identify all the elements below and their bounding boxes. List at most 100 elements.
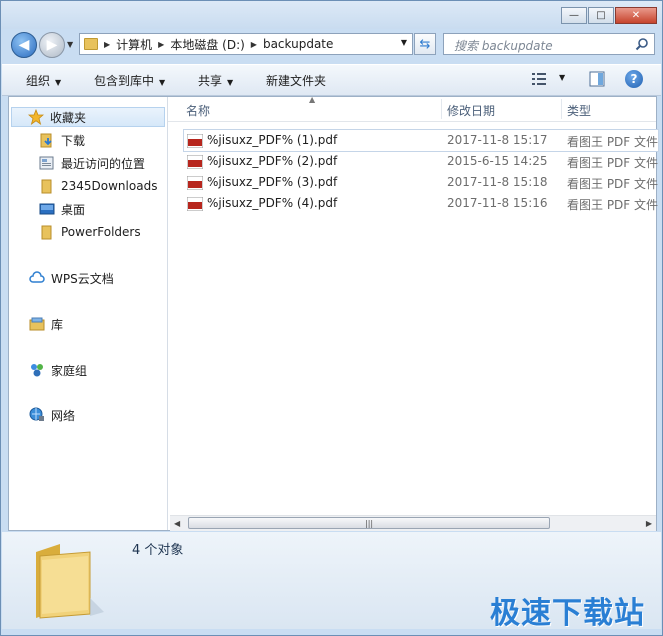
title-bar: — □ ✕ — [1, 1, 662, 29]
view-dropdown-icon[interactable]: ▼ — [559, 73, 565, 82]
file-name: %jisuxz_PDF% (1).pdf — [207, 133, 338, 147]
nav-item-label: 2345Downloads — [61, 179, 158, 193]
chevron-right-icon[interactable]: ▶ — [158, 40, 164, 49]
file-list: ▲ 名称 修改日期 类型 %jisuxz_PDF% (1).pdf 2017-1… — [168, 95, 659, 531]
file-row[interactable]: %jisuxz_PDF% (3).pdf 2017-11-8 15:18 看图王… — [184, 172, 658, 193]
nav-item-label: 下载 — [61, 133, 86, 148]
scroll-right-icon[interactable]: ▶ — [646, 519, 652, 528]
nav-item-label: PowerFolders — [61, 225, 141, 239]
horizontal-scrollbar[interactable]: ◀ ||| ▶ — [170, 515, 656, 531]
share-label: 共享 — [198, 74, 223, 88]
nav-item-downloads[interactable]: 下载 — [39, 130, 85, 150]
file-row[interactable]: %jisuxz_PDF% (4).pdf 2017-11-8 15:16 看图王… — [184, 193, 658, 214]
back-arrow-icon: ◀ — [18, 37, 30, 53]
close-button[interactable]: ✕ — [615, 7, 657, 24]
nav-item-powerfolders[interactable]: PowerFolders — [39, 222, 141, 242]
column-divider[interactable] — [561, 99, 562, 119]
grip-icon: ||| — [365, 519, 374, 528]
search-icon[interactable] — [635, 37, 649, 51]
navigation-pane: 收藏夹 下载 最近访问的位置 2345Downloads 桌面 PowerFol… — [9, 97, 168, 530]
file-modified: 2017-11-8 15:16 — [447, 196, 548, 210]
include-in-library-label: 包含到库中 — [94, 74, 155, 88]
breadcrumb-drive-d[interactable]: 本地磁盘 (D:) — [170, 36, 244, 53]
file-row[interactable]: %jisuxz_PDF% (2).pdf 2015-6-15 14:25 看图王… — [184, 151, 658, 172]
file-name: %jisuxz_PDF% (2).pdf — [207, 154, 338, 168]
file-type: 看图王 PDF 文件 — [567, 198, 659, 212]
recent-places-icon — [39, 156, 54, 170]
column-modified[interactable]: 修改日期 — [447, 102, 495, 119]
include-in-library-menu[interactable]: 包含到库中 ▼ — [94, 72, 165, 89]
window-controls: — □ ✕ — [561, 7, 657, 24]
address-bar[interactable]: ▶ 计算机 ▶ 本地磁盘 (D:) ▶ backupdate ▼ — [79, 33, 413, 55]
search-placeholder: 搜索 backupdate — [454, 39, 553, 53]
homegroup-icon — [31, 364, 43, 377]
minimize-button[interactable]: — — [561, 7, 587, 24]
caret-down-icon: ▼ — [159, 78, 166, 87]
file-row[interactable]: %jisuxz_PDF% (1).pdf 2017-11-8 15:17 看图王… — [183, 129, 659, 152]
watermark-text: 极速下载站 — [490, 596, 645, 631]
column-type[interactable]: 类型 — [567, 102, 591, 119]
address-dropdown-icon[interactable]: ▼ — [401, 38, 407, 47]
organize-label: 组织 — [26, 74, 51, 88]
nav-item-desktop[interactable]: 桌面 — [39, 199, 85, 219]
file-modified: 2015-6-15 14:25 — [447, 154, 548, 168]
maximize-button[interactable]: □ — [588, 7, 614, 24]
file-name: %jisuxz_PDF% (4).pdf — [207, 196, 338, 210]
chevron-right-icon[interactable]: ▶ — [104, 40, 110, 49]
details-pane: 4 个对象 极速下载站 — [2, 532, 661, 631]
column-header: ▲ 名称 修改日期 类型 — [168, 95, 656, 122]
pdf-file-icon — [187, 134, 203, 148]
file-name: %jisuxz_PDF% (3).pdf — [207, 175, 338, 189]
breadcrumb-backupdate[interactable]: backupdate — [263, 37, 333, 51]
breadcrumb-computer[interactable]: 计算机 — [116, 36, 152, 53]
explorer-window: — □ ✕ ◀ ▶ ▼ ▶ 计算机 ▶ 本地磁盘 (D:) ▶ backupda… — [0, 0, 663, 636]
cloud-icon — [29, 271, 45, 283]
nav-item-label: 网络 — [51, 408, 76, 423]
new-folder-button[interactable]: 新建文件夹 — [266, 72, 326, 89]
recent-pages-dropdown-icon[interactable]: ▼ — [67, 40, 73, 49]
file-modified: 2017-11-8 15:18 — [447, 175, 548, 189]
organize-menu[interactable]: 组织 ▼ — [26, 72, 61, 89]
back-button[interactable]: ◀ — [11, 32, 37, 58]
refresh-icon: ⇆ — [419, 36, 431, 52]
forward-button[interactable]: ▶ — [39, 32, 65, 58]
desktop-icon — [39, 203, 55, 215]
sort-ascending-icon: ▲ — [309, 95, 316, 104]
nav-item-favorites[interactable]: 收藏夹 — [11, 107, 165, 127]
folder-icon — [41, 179, 52, 194]
search-box[interactable]: 搜索 backupdate — [443, 33, 655, 55]
star-icon — [28, 109, 44, 125]
file-type: 看图王 PDF 文件 — [567, 135, 659, 149]
file-type: 看图王 PDF 文件 — [567, 177, 659, 191]
share-menu[interactable]: 共享 ▼ — [198, 72, 233, 89]
nav-item-label: WPS云文档 — [51, 271, 114, 286]
file-type: 看图王 PDF 文件 — [567, 156, 659, 170]
nav-item-homegroup[interactable]: 家庭组 — [29, 360, 87, 380]
refresh-button[interactable]: ⇆ — [414, 33, 436, 55]
nav-item-label: 最近访问的位置 — [61, 156, 146, 171]
nav-item-libraries[interactable]: 库 — [29, 314, 63, 334]
help-icon[interactable]: ? — [625, 70, 643, 88]
nav-item-recent-places[interactable]: 最近访问的位置 — [39, 153, 145, 173]
nav-item-2345downloads[interactable]: 2345Downloads — [39, 176, 157, 196]
folder-icon — [41, 225, 52, 240]
column-divider[interactable] — [441, 99, 442, 119]
file-modified: 2017-11-8 15:17 — [447, 133, 548, 147]
nav-item-label: 收藏夹 — [50, 110, 87, 125]
downloads-folder-icon — [40, 133, 52, 148]
column-name[interactable]: 名称 — [186, 102, 210, 119]
nav-item-wps-cloud[interactable]: WPS云文档 — [29, 268, 114, 288]
pdf-file-icon — [187, 155, 203, 169]
scroll-left-icon[interactable]: ◀ — [174, 519, 180, 528]
scrollbar-thumb[interactable]: ||| — [188, 517, 550, 529]
folder-icon — [84, 38, 98, 50]
network-icon — [29, 407, 44, 421]
view-options-icon[interactable] — [532, 73, 546, 85]
caret-down-icon: ▼ — [55, 78, 62, 87]
nav-item-network[interactable]: 网络 — [29, 405, 75, 425]
navigation-row: ◀ ▶ ▼ ▶ 计算机 ▶ 本地磁盘 (D:) ▶ backupdate ▼ ⇆… — [1, 29, 662, 61]
preview-pane-icon[interactable] — [589, 71, 605, 87]
caret-down-icon: ▼ — [227, 78, 234, 87]
forward-arrow-icon: ▶ — [46, 37, 58, 53]
chevron-right-icon[interactable]: ▶ — [251, 40, 257, 49]
